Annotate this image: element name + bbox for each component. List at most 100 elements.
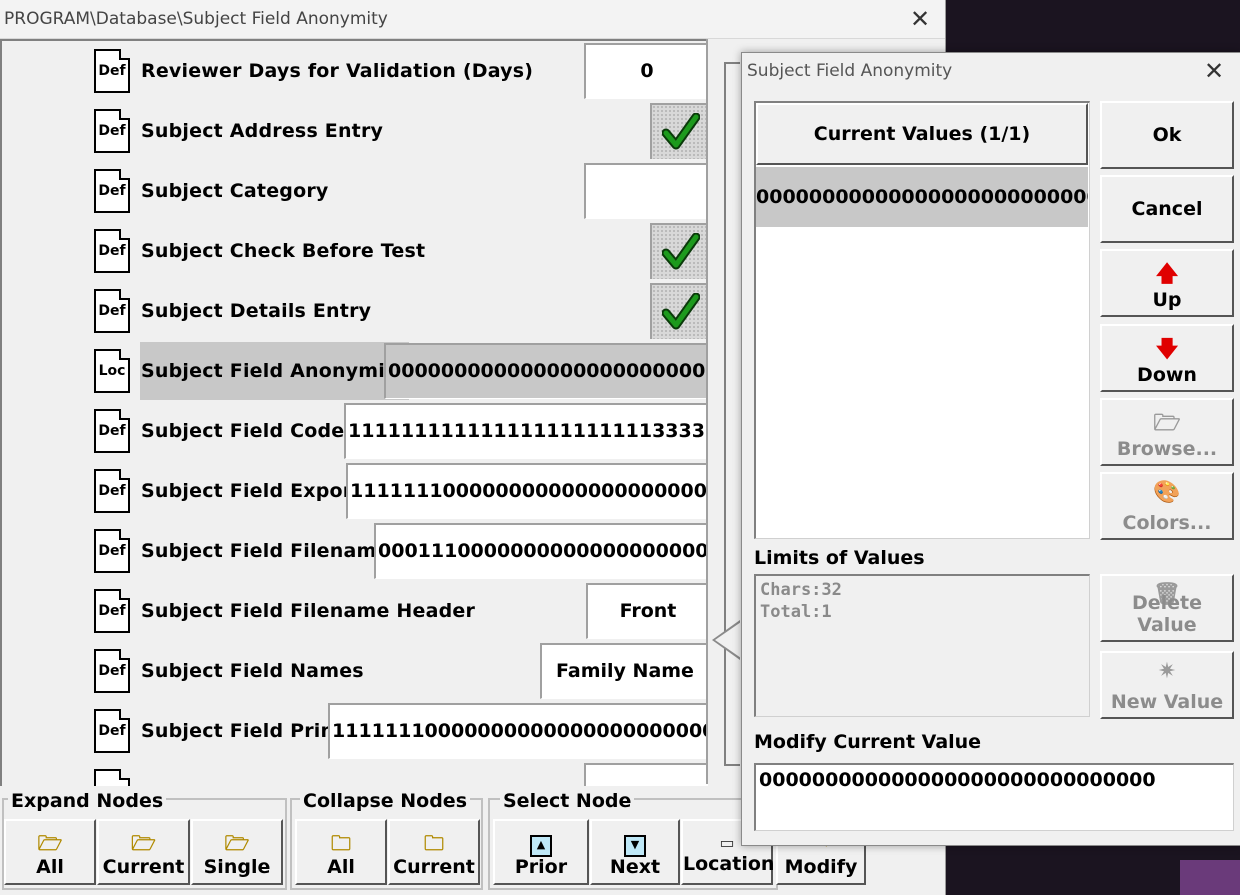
- document-icon: [94, 769, 130, 786]
- limits-box: Chars:32 Total:1: [754, 574, 1090, 717]
- document-icon: Def: [94, 169, 130, 213]
- cancel-button[interactable]: Cancel: [1100, 175, 1234, 243]
- location-label: Location: [683, 853, 775, 875]
- tree-row-label[interactable]: Subject Category: [141, 180, 329, 202]
- tree-row-value[interactable]: [584, 163, 708, 219]
- tree-row-value[interactable]: Family Name: [540, 643, 708, 699]
- tree-row[interactable]: Def Subject Field Filename Header Front: [2, 581, 708, 641]
- tree-row-value[interactable]: 000111000000000000000000000000: [374, 523, 708, 579]
- tree-row-label[interactable]: Subject Field Codes: [141, 420, 356, 442]
- limits-label: Limits of Values: [754, 547, 925, 569]
- document-icon: Def: [94, 589, 130, 633]
- next-button[interactable]: ▼ Next: [590, 819, 680, 885]
- delete-value-label: Delete Value: [1131, 592, 1203, 636]
- settings-tree[interactable]: Def Reviewer Days for Validation (Days) 0 D…: [0, 39, 708, 786]
- modify-value-input[interactable]: 000000000000000000000000000000: [754, 763, 1234, 831]
- tree-row-partial: [2, 761, 708, 786]
- tree-row-label[interactable]: Subject Field Print: [141, 720, 344, 742]
- tree-row-label[interactable]: Subject Field Filename Header: [141, 600, 475, 622]
- tree-row-value[interactable]: 11111110000000000000000000000: [328, 703, 708, 759]
- tree-row[interactable]: Def Subject Field Codes 111111111111111111…: [2, 401, 708, 461]
- down-label: Down: [1137, 364, 1197, 386]
- tree-row-value[interactable]: 000000000000000000000000000000: [384, 343, 708, 399]
- new-value-label: New Value: [1110, 691, 1224, 713]
- current-values-header[interactable]: Current Values (1/1): [756, 103, 1088, 165]
- new-value-button[interactable]: ✷ New Value: [1100, 651, 1234, 719]
- tree-row[interactable]: Def Subject Field Print 111111100000000000…: [2, 701, 708, 761]
- tree-row[interactable]: Def Subject Category: [2, 161, 708, 221]
- document-icon: Def: [94, 229, 130, 273]
- collapse-all-button[interactable]: 🗀 All: [295, 819, 387, 885]
- document-icon: Def: [94, 109, 130, 153]
- checkbox[interactable]: [650, 283, 708, 339]
- checkbox[interactable]: [650, 103, 708, 159]
- arrow-up-box-icon: ▲: [495, 829, 587, 857]
- tree-row[interactable]: Def Subject Field Filename 000111000000000…: [2, 521, 708, 581]
- tree-row[interactable]: Def Subject Details Entry: [2, 281, 708, 341]
- tree-row[interactable]: Def Subject Field Names Family Name: [2, 641, 708, 701]
- folder-open-icon: 🗁: [224, 831, 250, 855]
- expand-all-button[interactable]: 🗁 All: [4, 819, 96, 885]
- expand-single-label: Single: [203, 856, 271, 878]
- document-icon: Def: [94, 289, 130, 333]
- current-values-list[interactable]: Current Values (1/1) 0000000000000000000…: [754, 101, 1090, 539]
- prior-button[interactable]: ▲ Prior: [493, 819, 589, 885]
- main-titlebar: PROGRAM\Database\Subject Field Anonymity…: [0, 0, 945, 39]
- limits-line-total: Total:1: [760, 602, 832, 622]
- next-label: Next: [609, 856, 661, 878]
- list-item[interactable]: 000000000000000000000000000000: [756, 167, 1088, 227]
- tree-row-label[interactable]: Subject Field Names: [141, 660, 364, 682]
- tree-row[interactable]: Def Reviewer Days for Validation (Days) 0: [2, 41, 708, 101]
- document-icon: Def: [94, 469, 130, 513]
- desktop-background: [1180, 860, 1240, 895]
- collapse-all-label: All: [327, 856, 355, 878]
- tree-row-value[interactable]: 0: [584, 43, 708, 99]
- collapse-current-button[interactable]: 🗀 Current: [388, 819, 480, 885]
- tree-row[interactable]: Def Subject Address Entry: [2, 101, 708, 161]
- ok-button[interactable]: Ok: [1100, 101, 1234, 169]
- prior-label: Prior: [514, 856, 568, 878]
- tree-row-label[interactable]: Reviewer Days for Validation (Days): [141, 60, 533, 82]
- folders-closed-icon: 🗀: [331, 831, 351, 855]
- down-button[interactable]: 🡇 Down: [1100, 324, 1234, 392]
- tree-divider: [706, 39, 708, 784]
- browse-button[interactable]: 🗁 Browse...: [1100, 398, 1234, 466]
- expand-single-button[interactable]: 🗁 Single: [191, 819, 283, 885]
- document-icon: Def: [94, 409, 130, 453]
- tree-row-value[interactable]: Front: [586, 583, 708, 639]
- tree-row-label[interactable]: Subject Field Anonymity: [140, 342, 409, 400]
- dialog-title: Subject Field Anonymity: [747, 61, 953, 81]
- select-node-label: Select Node: [500, 790, 635, 812]
- tree-row-value[interactable]: 11111111111111111111111333333333: [344, 403, 708, 459]
- tree-row[interactable]: Loc Subject Field Anonymity 00000000000000…: [2, 341, 708, 401]
- tree-row-value[interactable]: 111111100000000000000000000000: [346, 463, 708, 519]
- close-icon[interactable]: ✕: [1199, 56, 1229, 86]
- folders-open-icon: 🗁: [131, 831, 156, 855]
- browse-label: Browse...: [1116, 438, 1218, 460]
- up-label: Up: [1152, 289, 1182, 311]
- tree-row-label[interactable]: Subject Check Before Test: [141, 240, 425, 262]
- colors-label: Colors...: [1122, 512, 1212, 534]
- tree-row[interactable]: Def Subject Field Export 11111110000000000…: [2, 461, 708, 521]
- sparkle-icon: ✷: [1157, 659, 1177, 684]
- expand-nodes-label: Expand Nodes: [8, 790, 167, 812]
- expand-current-button[interactable]: 🗁 Current: [97, 819, 190, 885]
- collapse-current-label: Current: [393, 856, 475, 878]
- palette-icon: 🎨: [1153, 480, 1181, 505]
- checkmark-icon: [662, 293, 700, 330]
- colors-button[interactable]: 🎨 Colors...: [1100, 472, 1234, 540]
- arrow-down-box-icon: ▼: [592, 829, 678, 857]
- tree-row-label[interactable]: Subject Details Entry: [141, 300, 371, 322]
- tree-row-label[interactable]: Subject Field Filename: [141, 540, 390, 562]
- close-icon[interactable]: ✕: [905, 4, 935, 34]
- up-button[interactable]: 🡅 Up: [1100, 249, 1234, 317]
- tree-row[interactable]: Def Subject Check Before Test: [2, 221, 708, 281]
- tree-row-label[interactable]: Subject Address Entry: [141, 120, 383, 142]
- value-editor-dialog: Subject Field Anonymity ✕ Current Values…: [741, 52, 1240, 846]
- document-icon: Def: [94, 529, 130, 573]
- folders-open-icon: 🗁: [37, 831, 63, 855]
- delete-value-button[interactable]: 🗑 Delete Value: [1100, 574, 1234, 642]
- tree-row-label[interactable]: Subject Field Export: [141, 480, 362, 502]
- checkbox[interactable]: [650, 223, 708, 279]
- folders-closed-icon: 🗀: [424, 831, 444, 855]
